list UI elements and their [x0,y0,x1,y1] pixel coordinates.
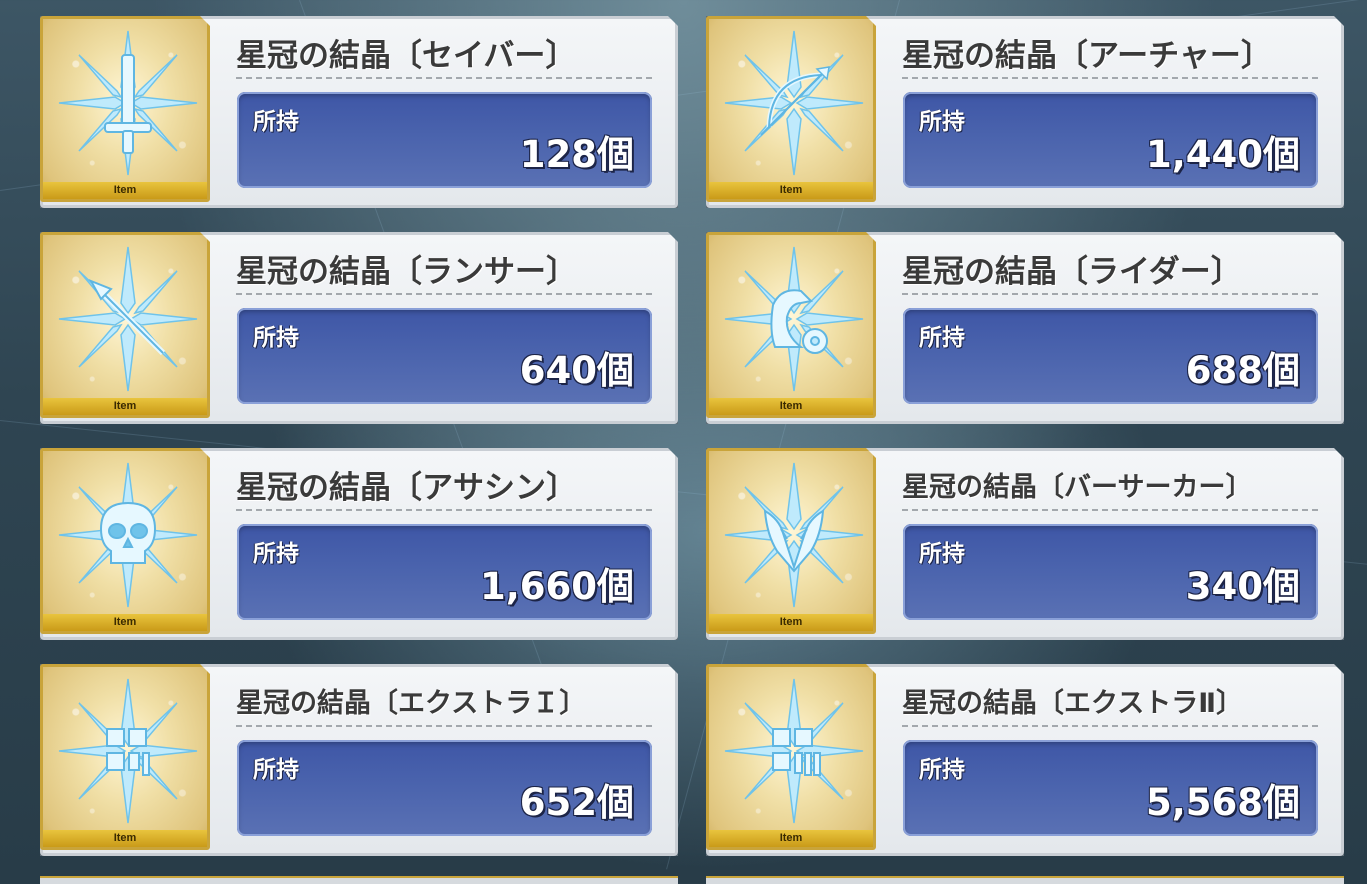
rider-horse-crystal-icon [721,243,867,395]
owned-label: 所持 [919,541,965,567]
item-icon-frame: Item [706,16,876,202]
divider [902,293,1318,295]
item-title: 星冠の結晶〔セイバー〕 [236,38,577,74]
owned-label: 所持 [253,757,299,783]
item-tag: Item [43,398,207,415]
divider [236,77,652,79]
divider [902,509,1318,511]
archer-bow-crystal-icon [721,27,867,179]
owned-label: 所持 [919,109,965,135]
item-tag: Item [43,830,207,847]
item-tag: Item [709,182,873,199]
berserker-beast-crystal-icon [721,459,867,611]
item-card-extra-two[interactable]: Item 星冠の結晶〔エクストラⅡ〕 所持 5,568個 [706,664,1344,856]
item-tag: Item [709,398,873,415]
item-card-lancer[interactable]: Item 星冠の結晶〔ランサー〕 所持 640個 [40,232,678,424]
owned-label: 所持 [253,325,299,351]
owned-count: 640個 [519,349,634,392]
item-card-extra-one[interactable]: Item 星冠の結晶〔エクストラＩ〕 所持 652個 [40,664,678,856]
extra-one-crystal-icon [55,675,201,827]
item-icon-frame: Item [706,664,876,850]
lancer-spear-crystal-icon [55,243,201,395]
item-card-assassin[interactable]: Item 星冠の結晶〔アサシン〕 所持 1,660個 [40,448,678,640]
owned-panel: 所持 652個 [237,740,652,836]
assassin-skull-crystal-icon [55,459,201,611]
item-icon-frame: Item [40,232,210,418]
owned-count: 1,660個 [479,565,634,608]
owned-panel: 所持 340個 [903,524,1318,620]
owned-panel: 所持 1,440個 [903,92,1318,188]
item-title: 星冠の結晶〔ランサー〕 [236,254,577,290]
item-card-archer[interactable]: Item 星冠の結晶〔アーチャー〕 所持 1,440個 [706,16,1344,208]
item-icon-frame: Item [40,448,210,634]
item-tag: Item [709,614,873,631]
owned-count: 1,440個 [1145,133,1300,176]
item-card-rider[interactable]: Item 星冠の結晶〔ライダー〕 所持 688個 [706,232,1344,424]
divider [902,725,1318,727]
item-tag: Item [709,830,873,847]
owned-count: 340個 [1185,565,1300,608]
item-title: 星冠の結晶〔アサシン〕 [236,470,577,506]
next-card-peek-left[interactable] [40,876,678,884]
next-card-peek-right[interactable] [706,876,1344,884]
item-title: 星冠の結晶〔ライダー〕 [902,254,1242,290]
owned-label: 所持 [253,541,299,567]
item-tag: Item [43,614,207,631]
owned-panel: 所持 688個 [903,308,1318,404]
item-icon-frame: Item [40,664,210,850]
item-icon-frame: Item [706,448,876,634]
divider [236,293,652,295]
divider [236,725,652,727]
owned-count: 128個 [519,133,634,176]
owned-count: 652個 [519,781,634,824]
owned-panel: 所持 128個 [237,92,652,188]
extra-two-crystal-icon [721,675,867,827]
item-title: 星冠の結晶〔バーサーカー〕 [902,472,1253,503]
item-icon-frame: Item [706,232,876,418]
owned-label: 所持 [253,109,299,135]
divider [902,77,1318,79]
owned-label: 所持 [919,757,965,783]
owned-panel: 所持 640個 [237,308,652,404]
item-title: 星冠の結晶〔アーチャー〕 [902,38,1272,74]
divider [236,509,652,511]
owned-panel: 所持 5,568個 [903,740,1318,836]
item-card-berserker[interactable]: Item 星冠の結晶〔バーサーカー〕 所持 340個 [706,448,1344,640]
item-title: 星冠の結晶〔エクストラＩ〕 [236,688,587,719]
owned-count: 5,568個 [1145,781,1300,824]
item-tag: Item [43,182,207,199]
owned-panel: 所持 1,660個 [237,524,652,620]
owned-count: 688個 [1185,349,1300,392]
owned-label: 所持 [919,325,965,351]
item-card-saber[interactable]: Item 星冠の結晶〔セイバー〕 所持 128個 [40,16,678,208]
item-icon-frame: Item [40,16,210,202]
item-title: 星冠の結晶〔エクストラⅡ〕 [902,688,1243,719]
saber-sword-crystal-icon [55,27,201,179]
